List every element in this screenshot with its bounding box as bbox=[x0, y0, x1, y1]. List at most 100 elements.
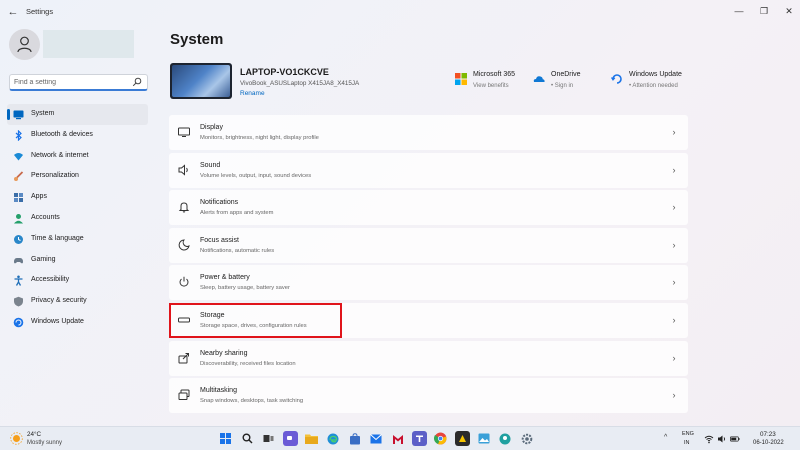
person-icon bbox=[14, 213, 23, 224]
setting-notifications[interactable]: Notifications Alerts from apps and syste… bbox=[169, 190, 688, 226]
sidebar-item-label: Accounts bbox=[31, 213, 60, 221]
teams-icon[interactable] bbox=[411, 431, 427, 446]
clock-time[interactable]: 07:23 bbox=[760, 431, 776, 438]
chevron-right-icon: › bbox=[672, 277, 676, 288]
sidebar-item-label: Network & internet bbox=[31, 151, 89, 159]
sidebar-item-apps[interactable]: Apps bbox=[7, 187, 148, 208]
wifi-icon[interactable] bbox=[704, 434, 714, 444]
setting-title: Focus assist bbox=[200, 236, 239, 244]
app-icon[interactable] bbox=[454, 431, 470, 446]
setting-nearby-sharing[interactable]: Nearby sharing Discoverability, received… bbox=[169, 340, 688, 376]
sidebar-item-label: Accessibility bbox=[31, 276, 70, 284]
weather-temperature[interactable]: 24°C bbox=[27, 431, 41, 438]
chat-icon[interactable] bbox=[282, 431, 298, 446]
taskbar: 24°C Mostly sunny ^ ENG IN 07:23 06-10-2… bbox=[0, 426, 800, 450]
page-title: System bbox=[170, 31, 224, 48]
minimize-button[interactable]: — bbox=[728, 3, 750, 19]
maximize-button[interactable]: ❐ bbox=[753, 3, 775, 19]
setting-display[interactable]: Display Monitors, brightness, night ligh… bbox=[169, 115, 688, 150]
sidebar-item-system[interactable]: System bbox=[7, 104, 148, 125]
storage-icon bbox=[178, 317, 190, 323]
search-box[interactable] bbox=[9, 74, 148, 91]
setting-title: Display bbox=[200, 124, 223, 131]
close-button[interactable]: ✕ bbox=[778, 3, 800, 19]
setting-description: Discoverability, received files location bbox=[200, 360, 296, 367]
title-bar: ← Settings — ❐ ✕ bbox=[0, 0, 800, 24]
settings-window: ← Settings — ❐ ✕ System Bluetooth & devi… bbox=[0, 0, 800, 426]
search-icon[interactable] bbox=[132, 77, 142, 87]
edge-icon[interactable] bbox=[326, 431, 341, 446]
store-icon[interactable] bbox=[347, 431, 362, 446]
volume-icon[interactable] bbox=[717, 434, 727, 444]
app-title: Settings bbox=[26, 7, 54, 16]
search-icon[interactable] bbox=[240, 431, 255, 446]
chrome-icon[interactable] bbox=[433, 431, 448, 446]
task-view-icon[interactable] bbox=[261, 431, 276, 446]
setting-description: Snap windows, desktops, task switching bbox=[200, 398, 304, 405]
quick-link-subtitle: • Attention needed bbox=[629, 83, 678, 89]
sidebar-item-windows-update[interactable]: Windows Update bbox=[7, 312, 148, 333]
windows-start-icon[interactable] bbox=[218, 431, 233, 446]
update-icon bbox=[13, 317, 24, 328]
setting-title: Storage bbox=[200, 311, 225, 319]
mail-icon[interactable] bbox=[369, 431, 384, 446]
settings-gear-icon[interactable] bbox=[519, 431, 534, 446]
tray-overflow-icon[interactable]: ^ bbox=[664, 434, 667, 441]
sidebar-item-network[interactable]: Network & internet bbox=[7, 146, 148, 167]
chevron-right-icon: › bbox=[672, 352, 676, 363]
quick-link-title: OneDrive bbox=[551, 71, 581, 78]
rename-link[interactable]: Rename bbox=[240, 90, 265, 97]
weather-description[interactable]: Mostly sunny bbox=[27, 440, 62, 446]
back-arrow-icon[interactable]: ← bbox=[6, 5, 20, 19]
wifi-icon bbox=[14, 152, 23, 161]
sidebar-item-gaming[interactable]: Gaming bbox=[7, 250, 148, 271]
chevron-right-icon: › bbox=[672, 202, 676, 213]
setting-focus-assist[interactable]: Focus assist Notifications, automatic ru… bbox=[169, 227, 688, 263]
power-icon bbox=[179, 277, 189, 287]
sidebar-item-label: System bbox=[31, 110, 55, 117]
sidebar-item-accessibility[interactable]: Accessibility bbox=[7, 270, 148, 291]
setting-title: Multitasking bbox=[200, 387, 237, 395]
settings-list: Display Monitors, brightness, night ligh… bbox=[169, 115, 688, 416]
share-icon bbox=[178, 352, 189, 364]
quick-link-title: Windows Update bbox=[629, 71, 682, 78]
setting-description: Notifications, automatic rules bbox=[200, 247, 275, 254]
mcafee-icon[interactable] bbox=[390, 431, 405, 446]
setting-title: Nearby sharing bbox=[200, 349, 248, 357]
setting-power-battery[interactable]: Power & battery Sleep, battery usage, ba… bbox=[169, 265, 688, 301]
quick-link-subtitle: View benefits bbox=[473, 83, 509, 89]
sidebar-item-label: Gaming bbox=[31, 255, 56, 263]
clock-date[interactable]: 06-10-2022 bbox=[753, 440, 784, 446]
chevron-right-icon: › bbox=[672, 390, 676, 401]
setting-sound[interactable]: Sound Volume levels, output, input, soun… bbox=[169, 152, 688, 188]
sidebar-item-personalization[interactable]: Personalization bbox=[7, 166, 148, 187]
globe-clock-icon bbox=[14, 234, 23, 244]
search-input[interactable] bbox=[14, 77, 132, 88]
maps-icon[interactable] bbox=[498, 431, 513, 446]
battery-icon[interactable] bbox=[730, 434, 740, 444]
bluetooth-icon bbox=[15, 129, 22, 141]
photos-icon[interactable] bbox=[476, 431, 491, 446]
sidebar-item-label: Apps bbox=[31, 193, 47, 201]
chevron-right-icon: › bbox=[672, 239, 676, 250]
microsoft-365-icon bbox=[455, 73, 467, 85]
sidebar-item-time-language[interactable]: Time & language bbox=[7, 229, 148, 250]
brush-icon bbox=[14, 171, 24, 182]
setting-multitasking[interactable]: Multitasking Snap windows, desktops, tas… bbox=[169, 378, 688, 414]
speaker-icon bbox=[178, 164, 188, 176]
avatar[interactable] bbox=[9, 29, 40, 60]
sidebar-item-accounts[interactable]: Accounts bbox=[7, 208, 148, 229]
sidebar-item-privacy-security[interactable]: Privacy & security bbox=[7, 291, 148, 312]
language-indicator[interactable]: ENG bbox=[682, 431, 694, 437]
shield-icon bbox=[14, 296, 23, 307]
user-info-card[interactable] bbox=[43, 30, 134, 58]
sidebar-item-label: Privacy & security bbox=[31, 297, 87, 305]
language-region[interactable]: IN bbox=[684, 440, 690, 446]
setting-storage[interactable]: Storage Storage space, drives, configura… bbox=[169, 302, 688, 338]
display-icon bbox=[178, 127, 190, 137]
device-thumbnail bbox=[170, 63, 232, 99]
chevron-right-icon: › bbox=[672, 314, 676, 325]
file-explorer-icon[interactable] bbox=[304, 431, 319, 446]
sidebar-item-bluetooth[interactable]: Bluetooth & devices bbox=[7, 125, 148, 146]
setting-title: Power & battery bbox=[200, 274, 250, 282]
